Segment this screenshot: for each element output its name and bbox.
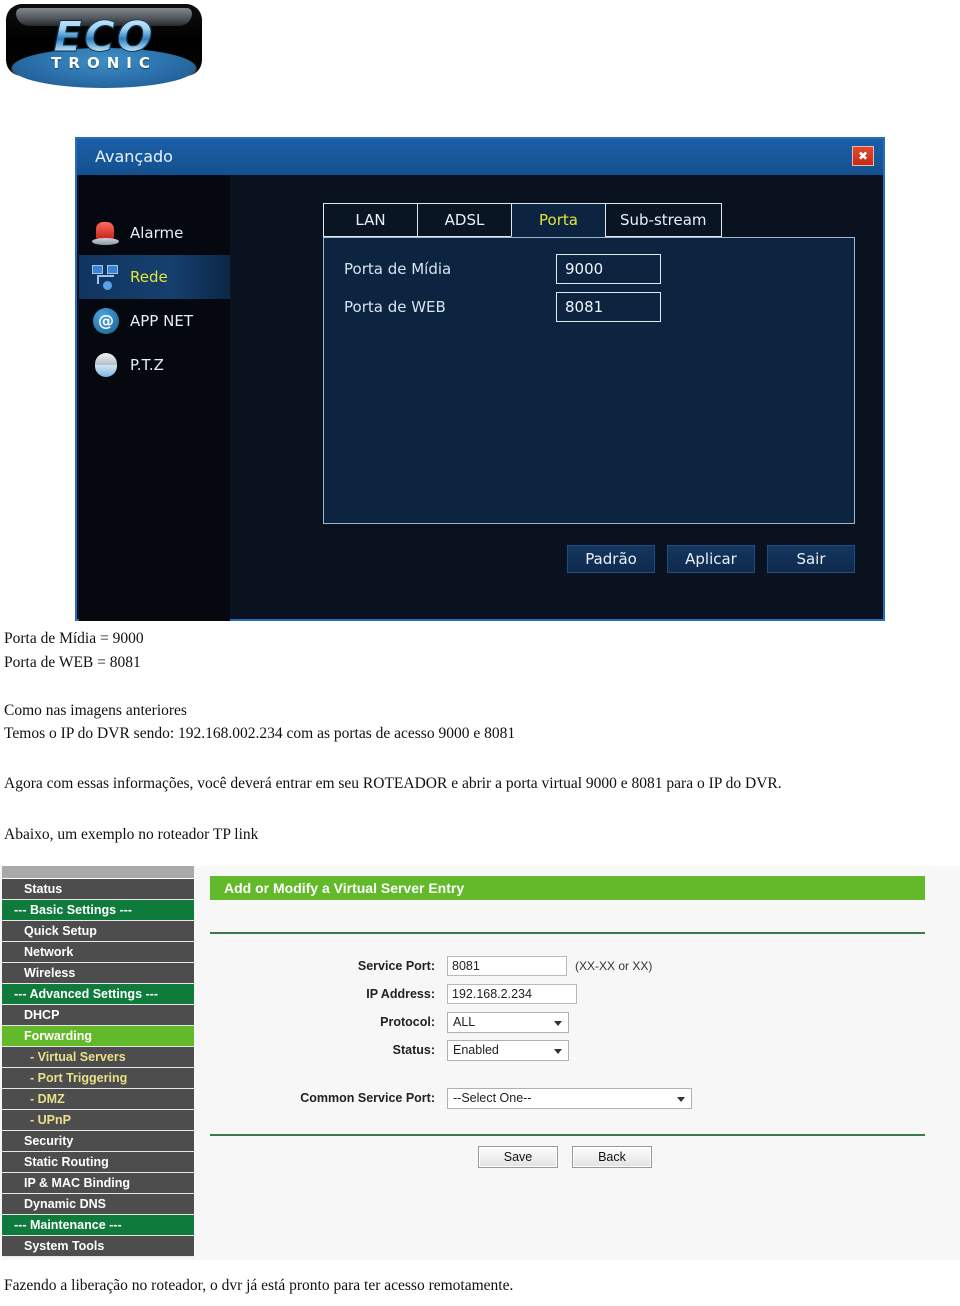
sidebar-item-ptz[interactable]: P.T.Z bbox=[79, 343, 230, 387]
sidebar-item-label: P.T.Z bbox=[130, 356, 164, 374]
sidebar-item-label: Alarme bbox=[130, 224, 184, 242]
porta-web-input[interactable]: 8081 bbox=[556, 292, 661, 322]
tab-porta[interactable]: Porta bbox=[511, 203, 606, 237]
doc-line-ip-dvr: Temos o IP do DVR sendo: 192.168.002.234… bbox=[4, 725, 516, 742]
sair-button[interactable]: Sair bbox=[767, 545, 855, 573]
sidebar-item-app-net[interactable]: @ APP NET bbox=[79, 299, 230, 343]
chevron-down-icon bbox=[554, 1048, 562, 1054]
porta-web-label: Porta de WEB bbox=[344, 298, 446, 316]
save-button[interactable]: Save bbox=[478, 1146, 558, 1168]
chevron-down-icon bbox=[677, 1096, 685, 1102]
tplink-router-screenshot: Status --- Basic Settings --- Quick Setu… bbox=[0, 866, 960, 1260]
porta-settings-panel: Porta de Mídia 9000 Porta de WEB 8081 bbox=[323, 237, 855, 524]
menu-item-status[interactable]: Status bbox=[2, 879, 194, 900]
network-icon bbox=[91, 262, 121, 292]
close-icon[interactable]: ✖ bbox=[852, 146, 874, 166]
menu-item-upnp[interactable]: - UPnP bbox=[2, 1110, 194, 1131]
menu-header-advanced-settings: --- Advanced Settings --- bbox=[2, 984, 194, 1005]
router-sidebar-menu: Status --- Basic Settings --- Quick Setu… bbox=[2, 866, 194, 1257]
doc-line-footer: Fazendo a liberação no roteador, o dvr j… bbox=[4, 1277, 514, 1294]
aplicar-button[interactable]: Aplicar bbox=[667, 545, 755, 573]
form-row-protocol: Protocol: ALL bbox=[210, 1008, 940, 1036]
form-row-ip-address: IP Address: 192.168.2.234 bbox=[210, 980, 940, 1008]
sidebar-item-alarme[interactable]: Alarme bbox=[79, 211, 230, 255]
menu-item-static-routing[interactable]: Static Routing bbox=[2, 1152, 194, 1173]
virtual-server-form: Service Port: 8081 (XX-XX or XX) IP Addr… bbox=[210, 934, 940, 1168]
doc-line-exemplo-tplink: Abaixo, um exemplo no roteador TP link bbox=[4, 826, 259, 843]
service-port-hint: (XX-XX or XX) bbox=[575, 959, 653, 973]
doc-line-porta-midia: Porta de Mídia = 9000 bbox=[4, 630, 144, 647]
protocol-select[interactable]: ALL bbox=[447, 1011, 569, 1033]
dvr-action-buttons: Padrão Aplicar Sair bbox=[567, 545, 855, 573]
menu-item-port-triggering[interactable]: - Port Triggering bbox=[2, 1068, 194, 1089]
panel-title: Add or Modify a Virtual Server Entry bbox=[210, 876, 925, 900]
porta-midia-label: Porta de Mídia bbox=[344, 260, 452, 278]
ip-address-label: IP Address: bbox=[366, 987, 435, 1001]
doc-line-como-nas-imagens: Como nas imagens anteriores bbox=[4, 702, 187, 719]
menu-item-virtual-servers[interactable]: - Virtual Servers bbox=[2, 1047, 194, 1068]
dvr-tab-bar: LAN ADSL Porta Sub-stream bbox=[323, 203, 722, 237]
common-service-port-label: Common Service Port: bbox=[300, 1091, 435, 1105]
dvr-main-area: LAN ADSL Porta Sub-stream Porta de Mídia… bbox=[230, 175, 881, 619]
common-service-port-value: --Select One-- bbox=[453, 1090, 532, 1105]
tab-sub-stream[interactable]: Sub-stream bbox=[605, 203, 722, 237]
menu-header-basic-settings: --- Basic Settings --- bbox=[2, 900, 194, 921]
dvr-body: Alarme Rede @ APP NET P.T.Z LAN ADSL Por… bbox=[77, 175, 883, 621]
service-port-input[interactable]: 8081 bbox=[447, 956, 567, 976]
status-select[interactable]: Enabled bbox=[447, 1039, 569, 1061]
logo-secondary-text: TRONIC bbox=[51, 54, 157, 72]
sidebar-item-label: APP NET bbox=[130, 312, 193, 330]
menu-item-dmz[interactable]: - DMZ bbox=[2, 1089, 194, 1110]
protocol-label: Protocol: bbox=[380, 1015, 435, 1029]
field-row-porta-midia: Porta de Mídia 9000 bbox=[344, 252, 661, 286]
protocol-value: ALL bbox=[453, 1014, 476, 1029]
menu-item-dhcp[interactable]: DHCP bbox=[2, 1005, 194, 1026]
menu-item-quick-setup[interactable]: Quick Setup bbox=[2, 921, 194, 942]
chevron-down-icon bbox=[554, 1020, 562, 1026]
field-row-porta-web: Porta de WEB 8081 bbox=[344, 290, 661, 324]
siren-icon bbox=[91, 218, 121, 248]
dvr-window-title: Avançado bbox=[95, 147, 173, 166]
porta-midia-input[interactable]: 9000 bbox=[556, 254, 661, 284]
status-value: Enabled bbox=[453, 1042, 499, 1057]
service-port-label: Service Port: bbox=[357, 959, 435, 973]
tab-adsl[interactable]: ADSL bbox=[417, 203, 512, 237]
dvr-config-window: Avançado ✖ Alarme Rede @ APP NET P.T.Z L… bbox=[75, 137, 885, 621]
dome-camera-icon bbox=[91, 350, 121, 380]
doc-line-roteador: Agora com essas informações, você deverá… bbox=[4, 775, 782, 792]
back-button[interactable]: Back bbox=[572, 1146, 652, 1168]
menu-top-strip bbox=[2, 866, 194, 879]
sidebar-item-label: Rede bbox=[130, 268, 168, 286]
menu-item-system-tools[interactable]: System Tools bbox=[2, 1236, 194, 1257]
tab-lan[interactable]: LAN bbox=[323, 203, 418, 237]
sidebar-item-rede[interactable]: Rede bbox=[79, 255, 230, 299]
form-row-status: Status: Enabled bbox=[210, 1036, 940, 1064]
menu-item-wireless[interactable]: Wireless bbox=[2, 963, 194, 984]
dvr-title-bar: Avançado ✖ bbox=[77, 139, 883, 175]
menu-item-security[interactable]: Security bbox=[2, 1131, 194, 1152]
doc-line-porta-web: Porta de WEB = 8081 bbox=[4, 654, 141, 671]
brand-logo: ECO TRONIC bbox=[6, 4, 202, 88]
menu-item-dynamic-dns[interactable]: Dynamic DNS bbox=[2, 1194, 194, 1215]
ip-address-input[interactable]: 192.168.2.234 bbox=[447, 984, 577, 1004]
form-row-service-port: Service Port: 8081 (XX-XX or XX) bbox=[210, 952, 940, 980]
menu-item-forwarding[interactable]: Forwarding bbox=[2, 1026, 194, 1047]
divider-bottom bbox=[210, 1134, 925, 1136]
menu-item-ip-mac-binding[interactable]: IP & MAC Binding bbox=[2, 1173, 194, 1194]
status-label: Status: bbox=[392, 1043, 435, 1057]
menu-item-network[interactable]: Network bbox=[2, 942, 194, 963]
padrao-button[interactable]: Padrão bbox=[567, 545, 655, 573]
common-service-port-select[interactable]: --Select One-- bbox=[447, 1087, 692, 1109]
router-action-buttons: Save Back bbox=[478, 1146, 940, 1168]
form-row-common-service-port: Common Service Port: --Select One-- bbox=[210, 1084, 940, 1112]
router-content-panel: Add or Modify a Virtual Server Entry Ser… bbox=[210, 876, 940, 1168]
dvr-sidebar: Alarme Rede @ APP NET P.T.Z bbox=[79, 175, 230, 621]
at-icon: @ bbox=[91, 306, 121, 336]
menu-header-maintenance: --- Maintenance --- bbox=[2, 1215, 194, 1236]
